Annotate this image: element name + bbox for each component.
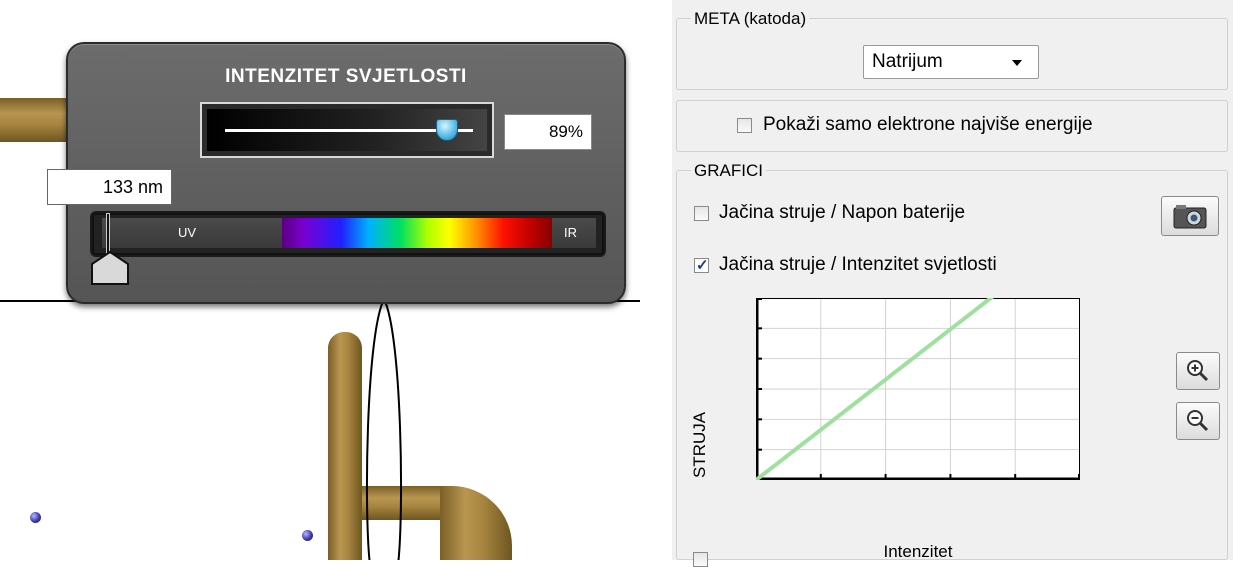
visible-spectrum-band	[282, 218, 552, 248]
intensity-percent-field[interactable]: 89%	[504, 114, 592, 150]
wavelength-field[interactable]: 133 nm	[47, 169, 172, 205]
target-select[interactable]: Natrijum	[863, 45, 1039, 79]
check-icon: ✓	[696, 257, 709, 274]
wavelength-slider-thumb[interactable]	[90, 250, 130, 286]
snapshot-button[interactable]	[1161, 196, 1219, 236]
zoom-out-button[interactable]	[1176, 402, 1220, 440]
uv-label: UV	[178, 225, 197, 240]
target-group: META (katoda) Natrijum	[676, 9, 1228, 90]
current-intensity-chart	[756, 298, 1080, 480]
zoom-in-button[interactable]	[1176, 352, 1220, 390]
electron	[30, 512, 41, 523]
show-high-energy-checkbox[interactable]	[737, 118, 752, 133]
ir-label: IR	[564, 225, 577, 240]
wavelength-spectrum-slider[interactable]: UV IR	[90, 211, 606, 257]
electron	[302, 530, 313, 541]
wavelength-marker-line	[106, 213, 110, 255]
graphs-group-label: GRAFICI	[691, 161, 766, 181]
target-select-value: Natrijum	[872, 51, 943, 72]
camera-icon	[1173, 205, 1207, 229]
show-high-energy-label: Pokaži samo elektrone najviše energije	[763, 114, 1093, 135]
vertical-pipe	[328, 332, 362, 560]
intensity-slider[interactable]	[200, 102, 494, 158]
intensity-slider-thumb[interactable]	[435, 119, 458, 141]
graph-current-voltage-label: Jačina struje / Napon baterije	[719, 202, 966, 223]
zoom-in-icon	[1187, 360, 1209, 382]
zoom-out-icon	[1187, 410, 1209, 432]
chevron-down-icon	[1012, 60, 1022, 66]
intensity-slider-track-bg	[207, 109, 487, 151]
graph-current-intensity-checkbox[interactable]: ✓	[694, 257, 709, 274]
simulation-area: INTENZITET SVJETLOSTI 89% 133 nm UV IR	[0, 0, 650, 560]
chart-y-axis-label: STRUJA	[690, 411, 709, 478]
light-beam-outline	[365, 298, 403, 560]
elbow-pipe	[440, 486, 512, 560]
light-intensity-title: INTENZITET SVJETLOSTI	[225, 66, 467, 87]
target-group-label: META (katoda)	[691, 9, 810, 29]
left-wire-pipe	[0, 98, 72, 142]
chart-x-axis-label: Intenzitet	[883, 542, 953, 561]
high-energy-row: Pokaži samo elektrone najviše energije	[676, 100, 1228, 152]
graph-current-intensity-label: Jačina struje / Intenzitet svjetlosti	[719, 254, 997, 275]
graph-current-voltage-checkbox[interactable]	[694, 206, 709, 221]
